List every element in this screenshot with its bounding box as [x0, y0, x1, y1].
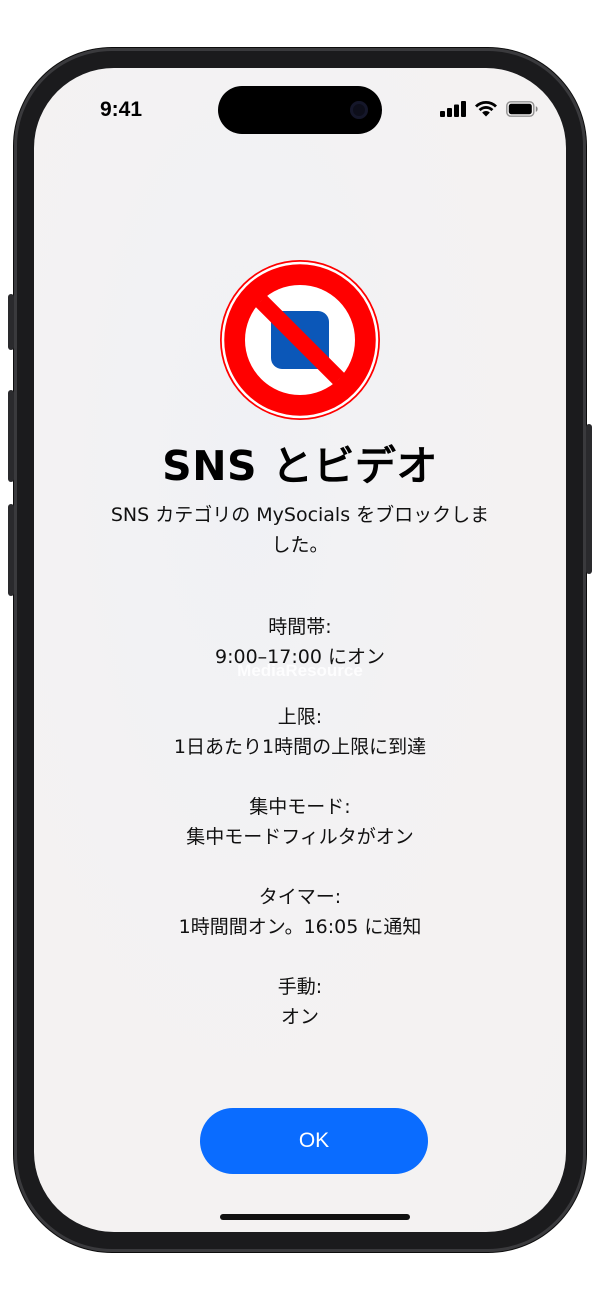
cellular-signal-icon	[440, 100, 466, 117]
reason-manual: 手動: オン	[34, 972, 566, 1032]
volume-up-button	[8, 390, 14, 482]
reason-focus-mode: 集中モード: 集中モードフィルタがオン	[34, 792, 566, 852]
reason-label: タイマー:	[258, 886, 342, 908]
reason-limit: 上限: 1日あたり1時間の上限に到達	[34, 702, 566, 762]
blocked-app-icon	[220, 260, 380, 420]
battery-icon	[506, 100, 538, 117]
reason-value: 1時間間オン。16:05 に通知	[178, 916, 422, 938]
camera-icon	[350, 101, 368, 119]
screen: 9:41 SNS とビデオ SNS カテゴリの MySocials をブロックし…	[34, 68, 566, 1232]
reason-label: 時間帯:	[268, 616, 332, 638]
home-indicator[interactable]	[220, 1214, 410, 1220]
volume-down-button	[8, 504, 14, 596]
alert-message: SNS カテゴリの MySocials をブロックしました。	[110, 504, 490, 556]
action-button	[8, 294, 14, 350]
status-time: 9:41	[100, 98, 143, 121]
dynamic-island	[218, 86, 382, 134]
wifi-icon	[475, 100, 497, 117]
watermark: MediaResource	[237, 661, 363, 680]
status-icons	[440, 100, 538, 117]
reason-value: 集中モードフィルタがオン	[186, 826, 414, 848]
reason-label: 集中モード:	[249, 796, 351, 818]
ok-button[interactable]: OK	[200, 1108, 428, 1174]
reason-label: 手動:	[277, 976, 323, 998]
reason-label: 上限:	[277, 706, 323, 728]
phone-frame: 9:41 SNS とビデオ SNS カテゴリの MySocials をブロックし…	[8, 48, 592, 1252]
reason-timer: タイマー: 1時間間オン。16:05 に通知	[34, 882, 566, 942]
reason-value: オン	[280, 1006, 319, 1028]
reason-value: 1日あたり1時間の上限に到達	[173, 736, 427, 758]
power-button	[586, 424, 592, 574]
alert-title: SNS とビデオ	[162, 442, 438, 490]
